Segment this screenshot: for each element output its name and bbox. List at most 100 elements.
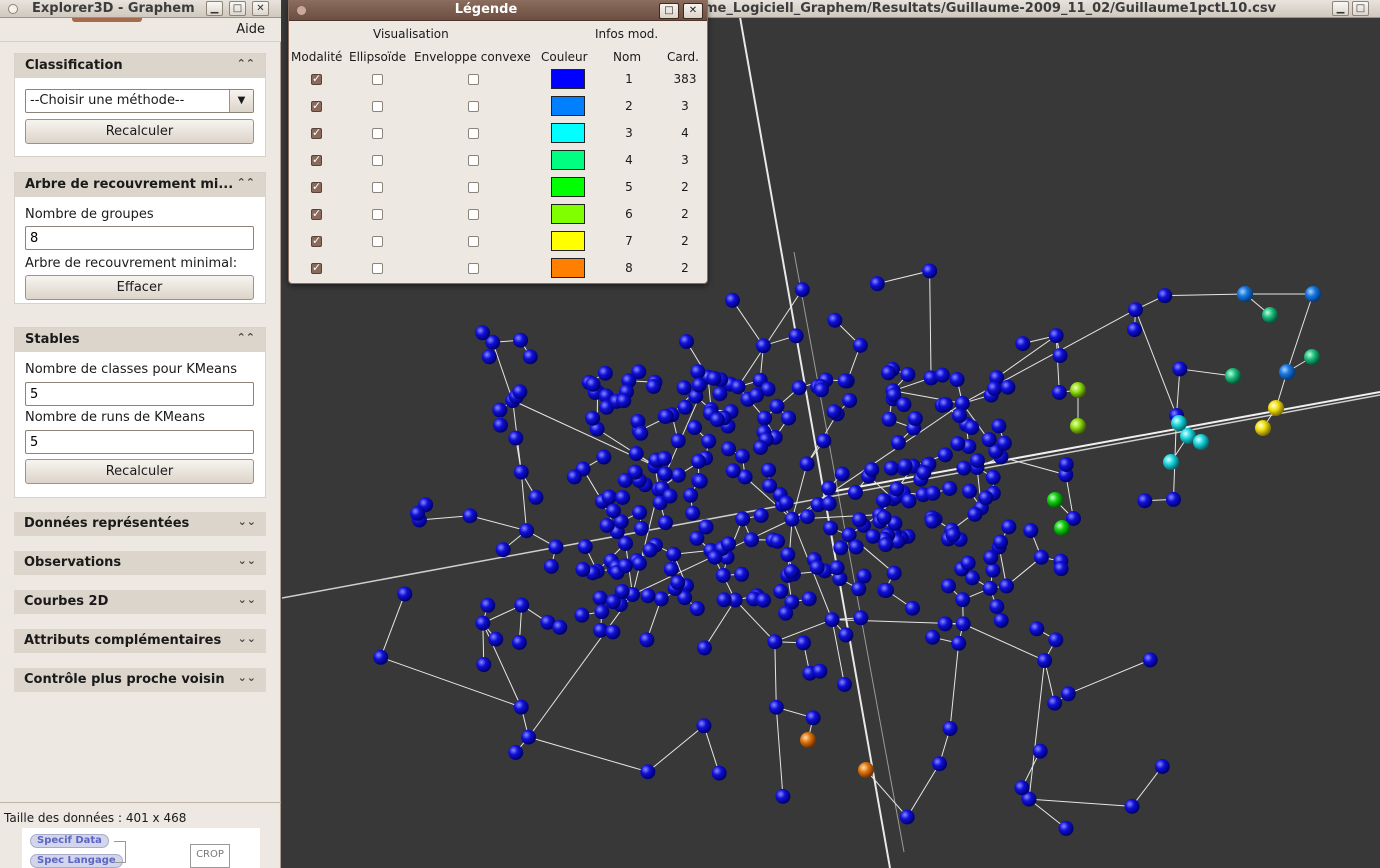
data-point[interactable] <box>1047 492 1063 508</box>
ellipsoide-checkbox[interactable] <box>372 182 383 193</box>
collapse-icon[interactable]: ⌃⌃ <box>237 331 255 344</box>
collapse-icon[interactable]: ⌃⌃ <box>237 57 255 70</box>
data-point[interactable] <box>1014 780 1030 796</box>
data-point[interactable] <box>896 397 912 413</box>
data-point[interactable] <box>956 460 972 476</box>
data-point[interactable] <box>1051 385 1067 401</box>
data-point[interactable] <box>989 599 1005 615</box>
data-point[interactable] <box>492 402 508 418</box>
data-point[interactable] <box>993 612 1009 628</box>
data-point[interactable] <box>373 649 389 665</box>
data-point[interactable] <box>1128 302 1144 318</box>
ellipsoide-checkbox[interactable] <box>372 155 383 166</box>
data-point[interactable] <box>689 601 705 617</box>
window-menu-icon[interactable] <box>8 4 18 14</box>
data-point[interactable] <box>676 380 692 396</box>
data-point[interactable] <box>770 533 786 549</box>
data-point[interactable] <box>666 546 682 562</box>
data-point[interactable] <box>978 490 994 506</box>
data-point[interactable] <box>769 398 785 414</box>
data-point[interactable] <box>865 528 881 544</box>
color-swatch[interactable] <box>551 96 585 116</box>
data-point[interactable] <box>916 465 932 481</box>
data-point[interactable] <box>715 567 731 583</box>
data-point[interactable] <box>937 616 953 632</box>
enveloppe-checkbox[interactable] <box>468 128 479 139</box>
data-point[interactable] <box>658 515 674 531</box>
expand-icon[interactable]: ⌄⌄ <box>238 554 256 567</box>
data-point[interactable] <box>670 433 686 449</box>
data-point[interactable] <box>528 489 544 505</box>
data-point[interactable] <box>836 677 852 693</box>
collapse-icon[interactable]: ⌃⌃ <box>237 176 255 189</box>
data-point[interactable] <box>962 483 978 499</box>
data-point[interactable] <box>658 408 674 424</box>
classification-header[interactable]: Classification ⌃⌃ <box>15 54 265 78</box>
data-point[interactable] <box>784 511 800 527</box>
data-point[interactable] <box>585 376 601 392</box>
data-point[interactable] <box>716 592 732 608</box>
data-point[interactable] <box>730 379 746 395</box>
data-point[interactable] <box>881 365 897 381</box>
data-point[interactable] <box>646 378 662 394</box>
data-point[interactable] <box>692 473 708 489</box>
left-window-titlebar[interactable]: Explorer3D - Graphem ▁ □ ✕ <box>0 0 281 18</box>
data-point[interactable] <box>932 756 948 772</box>
color-swatch[interactable] <box>551 204 585 224</box>
data-point[interactable] <box>753 507 769 523</box>
modalite-checkbox[interactable] <box>311 153 322 166</box>
main-window-titlebar[interactable]: me_Logiciell_Graphem/Resultats/Guillaume… <box>700 0 1380 18</box>
data-point[interactable] <box>756 592 772 608</box>
close-button[interactable]: ✕ <box>683 3 703 19</box>
data-point[interactable] <box>1037 653 1053 669</box>
data-point[interactable] <box>633 520 649 536</box>
ellipsoide-checkbox[interactable] <box>372 236 383 247</box>
data-point[interactable] <box>605 624 621 640</box>
data-point[interactable] <box>696 718 712 734</box>
data-point[interactable] <box>1268 400 1284 416</box>
data-point[interactable] <box>475 615 491 631</box>
data-point[interactable] <box>709 412 725 428</box>
data-point[interactable] <box>794 282 810 298</box>
data-point[interactable] <box>826 404 842 420</box>
data-point[interactable] <box>853 610 869 626</box>
data-point[interactable] <box>950 436 966 452</box>
data-point[interactable] <box>698 519 714 535</box>
modalite-checkbox[interactable] <box>311 99 322 112</box>
data-point[interactable] <box>642 542 658 558</box>
data-point[interactable] <box>690 364 706 380</box>
modalite-checkbox[interactable] <box>311 126 322 139</box>
data-point[interactable] <box>945 527 961 543</box>
data-point[interactable] <box>1048 632 1064 648</box>
data-point[interactable] <box>475 325 491 341</box>
data-point[interactable] <box>706 370 722 386</box>
maximize-button[interactable]: □ <box>1352 1 1369 16</box>
data-point[interactable] <box>1060 686 1076 702</box>
data-point[interactable] <box>1070 418 1086 434</box>
enveloppe-checkbox[interactable] <box>468 182 479 193</box>
data-point[interactable] <box>670 467 686 483</box>
data-point[interactable] <box>481 349 497 365</box>
data-point[interactable] <box>577 539 593 555</box>
data-point[interactable] <box>691 453 707 469</box>
data-point[interactable] <box>513 464 529 480</box>
data-point[interactable] <box>883 460 899 476</box>
data-point[interactable] <box>821 496 837 512</box>
data-point[interactable] <box>773 583 789 599</box>
data-point[interactable] <box>628 446 644 462</box>
data-point[interactable] <box>940 578 956 594</box>
modalite-checkbox[interactable] <box>311 261 322 274</box>
data-point[interactable] <box>827 312 843 328</box>
data-point[interactable] <box>1165 491 1181 507</box>
data-point[interactable] <box>514 597 530 613</box>
enveloppe-checkbox[interactable] <box>468 155 479 166</box>
data-point[interactable] <box>592 590 608 606</box>
data-point[interactable] <box>1305 286 1321 302</box>
data-point[interactable] <box>492 417 508 433</box>
effacer-button[interactable]: Effacer <box>25 275 254 300</box>
data-point[interactable] <box>897 458 913 474</box>
data-point[interactable] <box>632 504 648 520</box>
data-point[interactable] <box>964 420 980 436</box>
data-point[interactable] <box>508 430 524 446</box>
modalite-checkbox[interactable] <box>311 180 322 193</box>
